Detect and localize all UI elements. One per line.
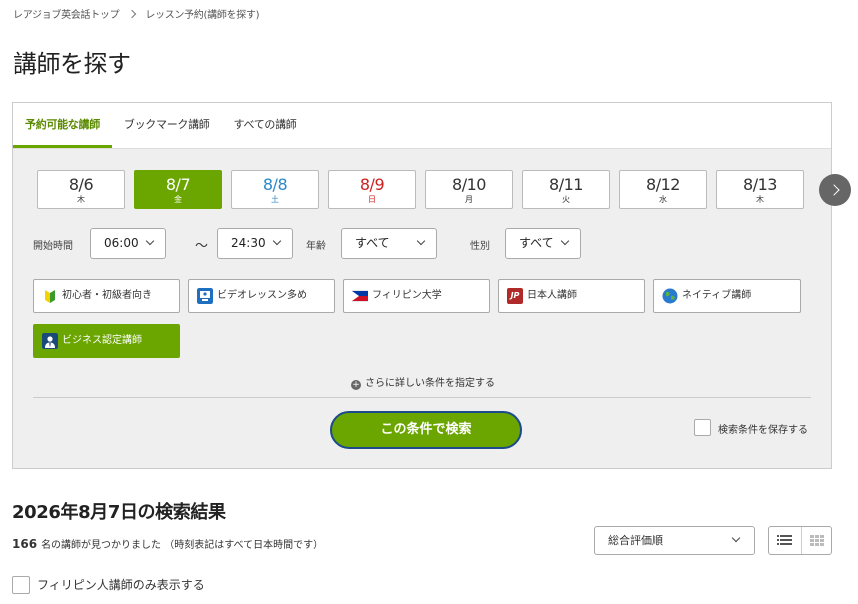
date-label: 8/10 xyxy=(452,175,486,194)
tab-bar: 予約可能な講師 ブックマーク講師 すべての講師 xyxy=(13,103,831,149)
weekday-label: 木 xyxy=(77,195,85,204)
view-toggle xyxy=(768,526,832,555)
date-label: 8/11 xyxy=(549,175,583,194)
filter-row: 開始時間 06:00 〜 24:30 年齢 すべて 性別 すべて xyxy=(33,228,813,260)
date-label: 8/7 xyxy=(165,175,191,194)
beginner-mark-icon xyxy=(45,290,55,303)
chevron-down-icon xyxy=(731,533,741,543)
tab-bookmark[interactable]: ブックマーク講師 xyxy=(112,103,222,148)
philippine-only-checkbox[interactable] xyxy=(12,576,30,594)
date-button[interactable]: 8/12 水 xyxy=(619,170,707,209)
date-label: 8/6 xyxy=(68,175,94,194)
save-conditions-checkbox[interactable] xyxy=(694,419,711,436)
next-dates-chevron-icon[interactable] xyxy=(819,174,851,206)
breadcrumb-home-link[interactable]: レアジョブ英会話トップ xyxy=(13,6,120,21)
weekday-label: 火 xyxy=(562,195,570,204)
chevron-down-icon xyxy=(416,236,426,246)
business-person-icon xyxy=(42,333,58,349)
gender-label: 性別 xyxy=(470,241,490,252)
plus-circle-icon: + xyxy=(351,380,361,390)
weekday-label: 水 xyxy=(659,195,667,204)
tab-all[interactable]: すべての講師 xyxy=(222,103,309,148)
globe-icon xyxy=(662,288,678,304)
grid-view-button[interactable] xyxy=(801,527,833,554)
date-label: 8/12 xyxy=(646,175,680,194)
weekday-label: 日 xyxy=(368,195,376,204)
results-title: 2026年8月7日の検索結果 xyxy=(12,502,226,523)
date-button[interactable]: 8/6 木 xyxy=(37,170,125,209)
date-button[interactable]: 8/10 月 xyxy=(425,170,513,209)
tag-native-teacher[interactable]: ネイティブ講師 xyxy=(653,279,801,313)
university-icon xyxy=(352,290,368,302)
list-view-button[interactable] xyxy=(769,527,801,554)
results-count-text: 名の講師が見つかりました （時刻表記はすべて日本時間です） xyxy=(41,540,324,551)
start-time-from-select[interactable]: 06:00 xyxy=(90,228,166,259)
chevron-down-icon xyxy=(272,236,282,246)
chevron-down-icon xyxy=(145,236,155,246)
breadcrumb-current: レッスン予約(講師を探す) xyxy=(145,10,260,21)
tab-available[interactable]: 予約可能な講師 xyxy=(13,103,112,148)
philippine-only-label: フィリピン人講師のみ表示する xyxy=(37,578,205,592)
weekday-label: 月 xyxy=(465,195,473,204)
weekday-label: 土 xyxy=(271,195,279,204)
date-label: 8/9 xyxy=(359,175,385,194)
tag-video-lesson[interactable]: ビデオレッスン多め xyxy=(188,279,335,313)
results-count: 166 名の講師が見つかりました （時刻表記はすべて日本時間です） xyxy=(12,536,323,551)
save-conditions-label: 検索条件を保存する xyxy=(718,425,808,436)
grid-icon xyxy=(810,535,824,546)
date-label: 8/8 xyxy=(262,175,288,194)
breadcrumb: レアジョブ英会話トップ レッスン予約(講師を探す) xyxy=(13,6,260,21)
results-count-number: 166 xyxy=(12,537,38,551)
search-button[interactable]: この条件で検索 xyxy=(330,411,522,449)
age-label: 年齢 xyxy=(306,241,326,252)
chevron-right-icon xyxy=(128,9,137,18)
date-button[interactable]: 8/11 火 xyxy=(522,170,610,209)
list-icon xyxy=(777,535,792,545)
range-tilde: 〜 xyxy=(195,239,209,254)
tag-beginner[interactable]: 初心者・初級者向き xyxy=(33,279,180,313)
search-panel: 予約可能な講師 ブックマーク講師 すべての講師 8/6 木 8/7 金 8/8 土 8… xyxy=(12,102,851,469)
date-selector: 8/6 木 8/7 金 8/8 土 8/9 日 8/10 月 8/11 火 8/12 水 8/… xyxy=(37,170,804,209)
divider xyxy=(33,397,811,398)
video-lesson-icon xyxy=(197,288,213,304)
sort-select[interactable]: 総合評価順 xyxy=(594,526,755,555)
jp-icon: JP xyxy=(507,288,523,304)
tag-japanese-teacher[interactable]: JP 日本人講師 xyxy=(498,279,645,313)
tag-business-certified[interactable]: ビジネス認定講師 xyxy=(33,324,180,358)
chevron-down-icon xyxy=(560,236,570,246)
weekday-label: 木 xyxy=(756,195,764,204)
page-title: 講師を探す xyxy=(13,50,131,78)
gender-select[interactable]: すべて xyxy=(505,228,581,259)
start-time-label: 開始時間 xyxy=(33,241,73,252)
age-select[interactable]: すべて xyxy=(341,228,437,259)
date-button[interactable]: 8/13 木 xyxy=(716,170,804,209)
date-button[interactable]: 8/8 土 xyxy=(231,170,319,209)
more-conditions-link[interactable]: + さらに詳しい条件を指定する xyxy=(13,374,833,390)
date-label: 8/13 xyxy=(743,175,777,194)
tag-philippine-university[interactable]: フィリピン大学 xyxy=(343,279,490,313)
date-button-selected[interactable]: 8/7 金 xyxy=(134,170,222,209)
weekday-label: 金 xyxy=(174,195,182,204)
date-button[interactable]: 8/9 日 xyxy=(328,170,416,209)
start-time-to-select[interactable]: 24:30 xyxy=(217,228,293,259)
